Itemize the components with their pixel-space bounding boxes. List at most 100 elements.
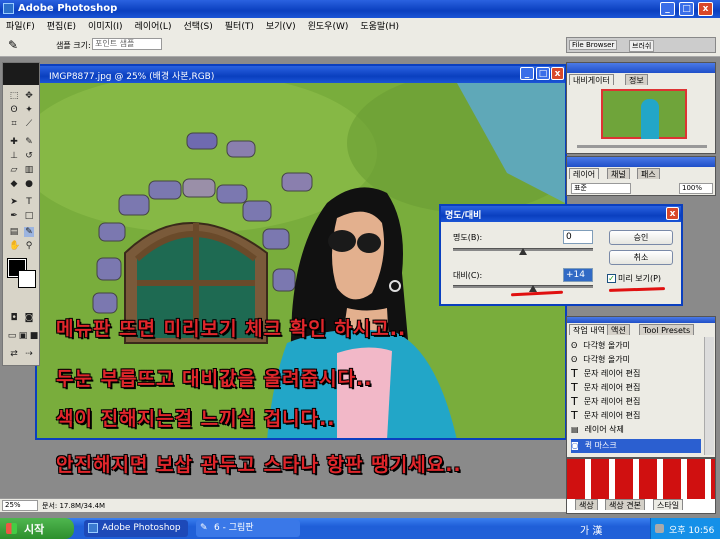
eyedropper-tool-icon[interactable]: ✎: [24, 227, 34, 237]
cancel-button[interactable]: 취소: [609, 250, 673, 265]
screen-mode-black-icon[interactable]: ■: [29, 331, 39, 341]
menu-edit[interactable]: 편집(E): [47, 19, 76, 32]
menu-select[interactable]: 선택(S): [183, 19, 212, 32]
tab-paths[interactable]: 패스: [637, 168, 660, 179]
eraser-tool-icon[interactable]: ▱: [9, 165, 19, 175]
minimize-button[interactable]: _: [660, 2, 675, 16]
history-item[interactable]: T 문자 레이어 편집: [571, 367, 701, 381]
gradient-tool-icon[interactable]: ▥: [24, 165, 34, 175]
jump-icon[interactable]: ⇢: [24, 349, 34, 359]
hand-tool-icon[interactable]: ✋: [9, 241, 20, 251]
tab-actions[interactable]: 액션: [607, 324, 630, 335]
magic-wand-tool-icon[interactable]: ✦: [24, 105, 34, 115]
toolbox-header: [3, 63, 39, 85]
history-item[interactable]: T 문자 레이어 편집: [571, 395, 701, 409]
brightness-slider-thumb[interactable]: [519, 248, 527, 255]
screen-mode-icon[interactable]: ▭: [7, 331, 17, 341]
navigator-thumbnail[interactable]: [601, 89, 687, 139]
taskbar-item-paint[interactable]: ✎ 6 - 그림판: [196, 520, 300, 537]
brush-tool-icon[interactable]: ✎: [24, 137, 34, 147]
history-item[interactable]: ▤ 레이어 삭제: [571, 423, 701, 437]
path-select-icon[interactable]: ➤: [9, 197, 19, 207]
ok-button[interactable]: 승인: [609, 230, 673, 245]
history-item[interactable]: ʘ 다각형 올가미: [571, 339, 701, 353]
start-button[interactable]: 시작: [0, 518, 74, 539]
preview-checkbox[interactable]: ✓: [607, 274, 616, 283]
language-indicator[interactable]: 가 漢: [580, 522, 602, 537]
brightness-input[interactable]: 0: [563, 230, 593, 244]
healing-brush-icon[interactable]: ✚: [9, 137, 19, 147]
menu-file[interactable]: 파일(F): [6, 19, 35, 32]
preview-label: 미리 보기(P): [618, 274, 662, 283]
tab-file-browser[interactable]: File Browser: [569, 40, 618, 50]
crop-tool-icon[interactable]: ⌗: [9, 119, 19, 129]
menu-view[interactable]: 보기(V): [266, 19, 296, 32]
background-color-swatch[interactable]: [18, 270, 36, 288]
history-scrollbar[interactable]: [704, 337, 714, 455]
blend-mode-select[interactable]: 표준: [571, 183, 631, 194]
menu-window[interactable]: 윈도우(W): [308, 19, 349, 32]
contrast-input[interactable]: +14: [563, 268, 593, 282]
doc-minimize-button[interactable]: _: [520, 67, 534, 80]
type-icon: T: [571, 367, 578, 380]
dodge-tool-icon[interactable]: ●: [24, 179, 34, 189]
tab-color[interactable]: 색상: [575, 499, 598, 510]
notes-tool-icon[interactable]: ▤: [9, 227, 19, 237]
contrast-slider-track[interactable]: [453, 285, 593, 288]
marquee-tool-icon[interactable]: ⬚: [9, 91, 19, 101]
opacity-field[interactable]: 100%: [679, 183, 713, 194]
dialog-close-button[interactable]: x: [666, 207, 679, 220]
contrast-slider-thumb[interactable]: [528, 285, 537, 292]
zoom-field[interactable]: 25%: [2, 500, 38, 511]
maximize-button[interactable]: □: [679, 2, 694, 16]
navigator-zoom-slider[interactable]: [577, 145, 707, 148]
stamp-tool-icon[interactable]: ⊥: [9, 151, 19, 161]
annotation-line-2: 두눈 부릅뜨고 대비값을 올려줍시다..: [56, 368, 373, 390]
menu-image[interactable]: 이미지(I): [88, 19, 123, 32]
menu-help[interactable]: 도움말(H): [360, 19, 399, 32]
standard-mode-icon[interactable]: ◘: [9, 313, 19, 323]
tab-styles[interactable]: 스타일: [653, 499, 684, 510]
tray-icon[interactable]: [655, 524, 664, 533]
tab-layers[interactable]: 레이어: [569, 168, 600, 179]
jump-to-imageready-icon[interactable]: ⇄: [9, 349, 19, 359]
doc-maximize-button[interactable]: □: [536, 67, 550, 80]
history-item[interactable]: T 문자 레이어 편집: [571, 381, 701, 395]
history-brush-icon[interactable]: ↺: [24, 151, 34, 161]
history-item-selected[interactable]: ◙ 퀵 마스크: [571, 439, 701, 453]
taskbar-item-photoshop[interactable]: Adobe Photoshop: [84, 520, 188, 537]
history-item-label: 문자 레이어 편집: [583, 411, 641, 420]
history-item-label: 문자 레이어 편집: [583, 397, 641, 406]
status-bar: 25% 문서: 17.8M/34.4M: [0, 498, 566, 512]
tab-swatches[interactable]: 색상 견본: [605, 499, 645, 510]
tab-brushes[interactable]: 브러쉬: [629, 40, 655, 52]
tab-navigator[interactable]: 내비게이터: [569, 74, 614, 85]
doc-close-button[interactable]: x: [551, 67, 564, 80]
pen-tool-icon[interactable]: ✒: [9, 211, 19, 221]
tab-channels[interactable]: 채널: [607, 168, 630, 179]
tab-tool-presets[interactable]: Tool Presets: [639, 324, 695, 335]
menu-layer[interactable]: 레이어(L): [135, 19, 172, 32]
zoom-tool-icon[interactable]: ⚲: [24, 241, 34, 251]
shape-tool-icon[interactable]: □: [24, 211, 34, 221]
eyedropper-icon[interactable]: ✎: [8, 38, 18, 52]
dialog-title-bar: 명도/대비 x: [441, 206, 681, 222]
blur-tool-icon[interactable]: ◆: [9, 179, 19, 189]
taskbar-item-label: 6 - 그림판: [214, 523, 254, 533]
tab-history[interactable]: 작업 내역: [569, 324, 609, 335]
move-tool-icon[interactable]: ✥: [24, 91, 34, 101]
close-button[interactable]: x: [698, 2, 713, 16]
history-item[interactable]: ʘ 다각형 올가미: [571, 353, 701, 367]
slice-tool-icon[interactable]: ⟋: [24, 119, 34, 129]
document-size: 문서: 17.8M/34.4M: [42, 502, 106, 510]
contrast-label: 대비(C):: [453, 271, 483, 280]
lasso-tool-icon[interactable]: ʘ: [9, 105, 19, 115]
tab-info[interactable]: 정보: [625, 74, 648, 85]
quick-mask-icon[interactable]: ◙: [24, 313, 34, 323]
type-tool-icon[interactable]: T: [24, 197, 34, 207]
screen-mode-full-icon[interactable]: ▣: [18, 331, 28, 341]
menu-filter[interactable]: 필터(T): [225, 19, 254, 32]
document-title-bar: IMGP8877.jpg @ 25% (배경 사본,RGB) _ □ x: [37, 66, 565, 83]
history-item[interactable]: T 문자 레이어 편집: [571, 409, 701, 423]
sample-size-select[interactable]: 포인트 샘플: [92, 38, 162, 50]
